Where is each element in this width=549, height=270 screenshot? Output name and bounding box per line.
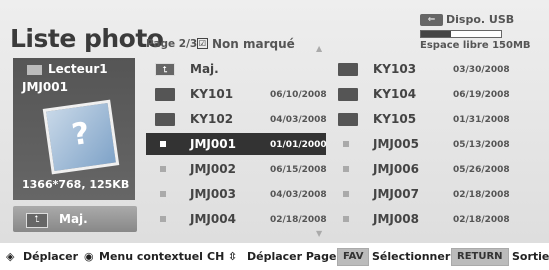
up-folder-button-label: Maj. [59,212,88,226]
preview-panel: Lecteur1 JMJ001 ? 1366*768, 125KB [13,58,135,200]
legend-select: Sélectionner [372,250,451,263]
file-item[interactable]: JMJ003 04/03/2008 [146,183,327,205]
file-item[interactable]: JMJ006 05/26/2008 [329,158,510,180]
file-name: KY105 [373,112,417,126]
up-folder-button[interactable]: ⮤ Maj. [13,206,137,232]
legend-move-page: Déplacer Page [247,250,337,263]
ch-key-icon: ⇳ [228,250,238,263]
photo-file-icon [343,191,349,197]
file-item[interactable]: JMJ005 05/13/2008 [329,133,510,155]
file-name: KY101 [190,87,234,101]
photo-file-icon [160,191,166,197]
storage-bar-fill [421,31,452,37]
legend-context-menu: Menu contextuel [99,250,203,263]
file-date: 05/13/2008 [453,140,510,150]
usb-device-label: Dispo. USB [446,13,515,26]
photo-file-icon [343,141,349,147]
file-date: 01/31/2008 [453,115,510,125]
file-item[interactable]: JMJ007 02/18/2008 [329,183,510,205]
checkbox-icon[interactable]: ☑ [197,38,208,49]
folder-icon [155,88,175,101]
mark-status-label: Non marqué [212,37,295,51]
preview-file-name: JMJ001 [22,80,68,94]
file-name: JMJ008 [373,212,419,226]
legend-exit: Sortie [512,250,549,263]
fav-key: FAV [337,248,370,266]
folder-icon [155,113,175,126]
file-item[interactable]: JMJ002 06/15/2008 [146,158,327,180]
file-item[interactable]: JMJ004 02/18/2008 [146,208,327,230]
question-mark-icon: ? [69,115,92,154]
folder-icon [338,88,358,101]
file-name: Maj. [190,62,219,76]
page-title: Liste photo [10,24,164,53]
file-name: JMJ003 [190,187,236,201]
up-folder-icon: ⮤ [155,63,175,76]
up-folder-icon: ⮤ [26,213,48,228]
file-date: 04/03/2008 [270,190,327,200]
move-key-icon: ◈ [6,250,15,263]
file-item[interactable]: KY104 06/19/2008 [329,83,510,105]
file-date: 06/10/2008 [270,90,327,100]
photo-file-icon [160,216,166,222]
file-name: JMJ006 [373,162,419,176]
file-date: 06/19/2008 [453,90,510,100]
free-space-label: Espace libre 150MB [420,40,531,51]
return-key: RETURN [451,248,509,266]
file-name: KY102 [190,112,234,126]
file-item[interactable]: KY103 03/30/2008 [329,58,510,80]
file-item[interactable]: JMJ008 02/18/2008 [329,208,510,230]
file-date: 01/01/2000 [270,140,327,150]
drive-icon [27,65,42,75]
file-date: 02/18/2008 [453,190,510,200]
page-indicator: Page 2/3 [146,38,198,50]
file-item[interactable]: KY102 04/03/2008 [146,108,327,130]
scroll-up-icon[interactable]: ▲ [316,44,322,53]
file-date: 02/18/2008 [453,215,510,225]
photo-thumbnail: ? [42,99,120,175]
photo-file-icon [160,166,166,172]
file-item[interactable]: ⮤ Maj. [146,58,326,80]
file-name: KY104 [373,87,417,101]
storage-bar [420,30,502,38]
file-item[interactable]: KY105 01/31/2008 [329,108,510,130]
file-date: 06/15/2008 [270,165,327,175]
file-grid: ⮤ Maj. KY101 06/10/2008 KY102 04/03/2008 JMJ00… [146,58,521,234]
resolution-info: 1366*768, 125KB [22,178,130,191]
file-date: 04/03/2008 [270,115,327,125]
folder-icon [338,113,358,126]
usb-icon: ⇐ [420,14,443,26]
folder-icon [338,63,358,76]
file-name: JMJ007 [373,187,419,201]
file-name: JMJ001 [190,137,236,151]
file-name: JMJ005 [373,137,419,151]
photo-file-icon [343,166,349,172]
file-item[interactable]: JMJ001 01/01/2000 [146,133,327,155]
file-date: 03/30/2008 [453,65,510,75]
ok-key-icon: ◉ [84,250,94,263]
file-date: 02/18/2008 [270,215,327,225]
file-name: JMJ002 [190,162,236,176]
legend-ch: CH [207,250,225,263]
file-date: 05/26/2008 [453,165,510,175]
photo-list-screen: Liste photo Page 2/3 ☑ Non marqué ▲ ▼ ⇐ … [0,0,549,243]
device-name: Lecteur1 [48,62,108,76]
photo-file-icon [343,216,349,222]
file-name: KY103 [373,62,417,76]
file-name: JMJ004 [190,212,236,226]
photo-file-icon [160,141,166,147]
legend-move: Déplacer [23,250,79,263]
file-item[interactable]: KY101 06/10/2008 [146,83,327,105]
key-legend: ◈ Déplacer ◉ Menu contextuel CH ⇳ Déplac… [0,248,549,270]
